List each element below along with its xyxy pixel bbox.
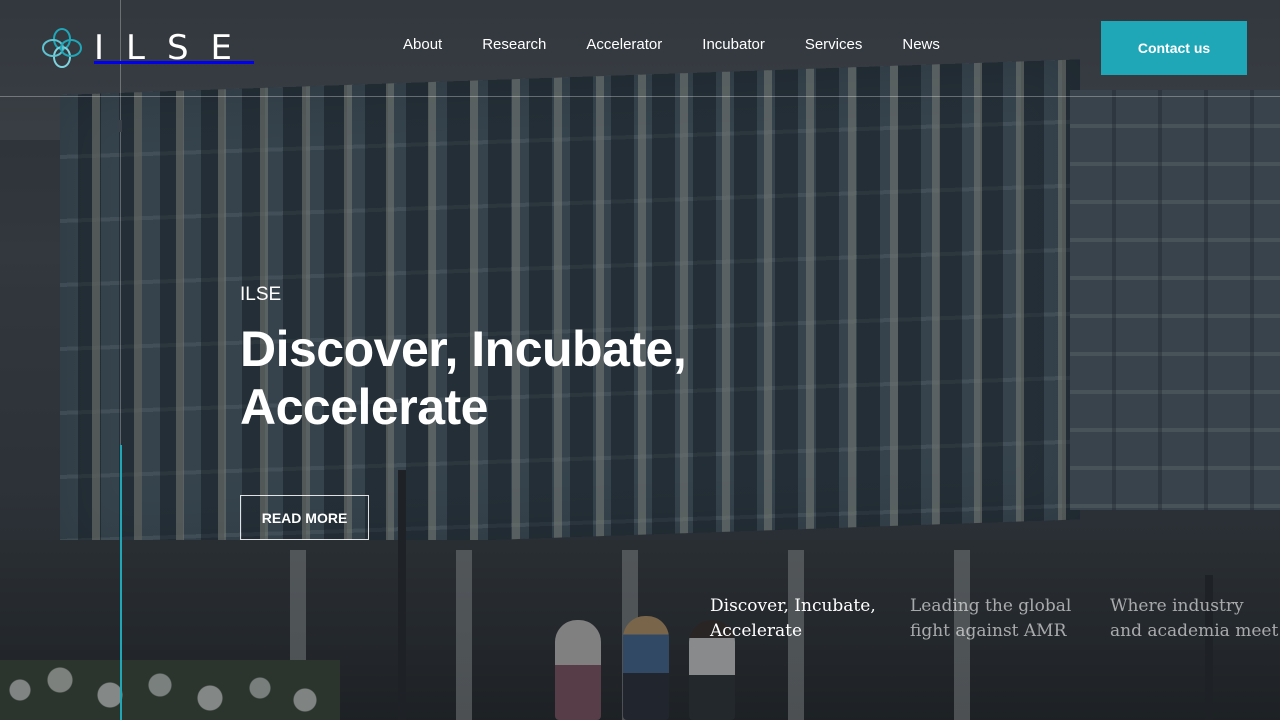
slide-tab-industry[interactable]: Where industry and academia meet (1110, 594, 1280, 644)
slide-tab-label: Where industry and academia meet (1110, 596, 1279, 641)
hero-headline: Discover, Incubate, Accelerate (240, 321, 687, 435)
logo-text: ILSE (94, 28, 255, 68)
contact-us-button[interactable]: Contact us (1101, 21, 1247, 75)
read-more-button[interactable]: READ MORE (240, 495, 369, 540)
nav-item-research[interactable]: Research (482, 36, 546, 54)
logo-link[interactable]: ILSE (40, 26, 254, 70)
nav-item-accelerator[interactable]: Accelerator (586, 36, 662, 54)
slide-tab-label: Discover, Incubate, Accelerate (710, 596, 876, 641)
slide-progress-line (120, 445, 122, 720)
slide-tab-discover[interactable]: Discover, Incubate, Accelerate (710, 594, 910, 644)
header-divider (0, 96, 1280, 97)
nav-item-news[interactable]: News (902, 36, 940, 54)
nav-item-incubator[interactable]: Incubator (702, 36, 765, 54)
slide-tab-label: Leading the global fight against AMR (910, 596, 1072, 641)
slide-tab-amr[interactable]: Leading the global fight against AMR (910, 594, 1110, 644)
nav-item-services[interactable]: Services (805, 36, 863, 54)
nav-item-about[interactable]: About (403, 36, 442, 54)
hero-eyebrow: ILSE (240, 284, 282, 305)
flower-logo-icon (42, 28, 82, 68)
main-nav: About Research Accelerator Incubator Ser… (403, 36, 980, 54)
slider-tabs: Discover, Incubate, Accelerate Leading t… (710, 594, 1280, 644)
